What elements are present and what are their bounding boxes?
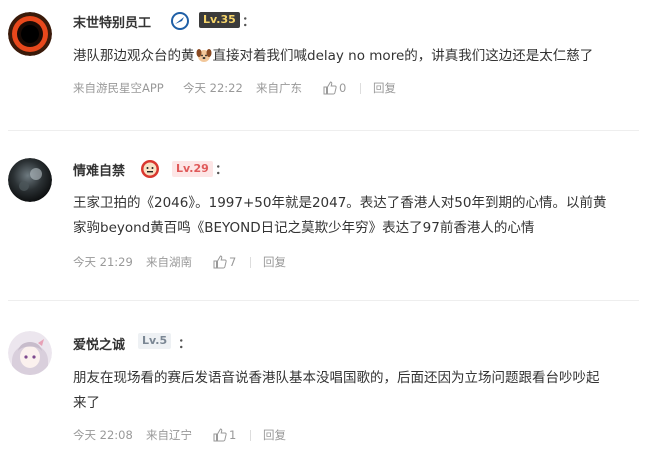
- avatar[interactable]: [8, 158, 52, 202]
- username[interactable]: 末世特别员工: [73, 12, 151, 31]
- comment-text: 港队那边观众台的黄 直接对着我们喊delay no more的，讲真我们这边还是太…: [73, 44, 638, 69]
- like-count[interactable]: 7: [229, 253, 236, 271]
- comment-text-part: 直接对着我们喊delay no more的，讲真我们这边还是太仁慈了: [212, 48, 594, 64]
- comment-text: 王家卫拍的《2046》。1997+50年就是2047。表达了香港人对50年到期的…: [73, 191, 638, 241]
- reply-button[interactable]: 回复: [263, 253, 286, 271]
- comment-text-line: 家驹beyond黄百鸣《BEYOND日记之莫欺少年穷》表达了97前香港人的心情: [73, 220, 535, 236]
- avatar[interactable]: [8, 331, 52, 375]
- location-text: 来自辽宁: [146, 428, 192, 442]
- timestamp: 今天 22:08: [73, 428, 133, 442]
- reply-button[interactable]: 回复: [373, 79, 396, 97]
- like-count[interactable]: 1: [229, 426, 236, 444]
- comment-text-line: 朋友在现场看的赛后发语音说香港队基本没唱国歌的，后面还因为立场问题跟看台吵吵起: [73, 370, 600, 386]
- name-colon: ：: [215, 163, 229, 178]
- meta-divider: [360, 83, 361, 94]
- timestamp: 今天 21:29: [73, 255, 133, 269]
- divider: [8, 300, 639, 301]
- username[interactable]: 情难自禁: [73, 160, 125, 179]
- timestamp: 今天 22:22: [183, 81, 243, 95]
- medal-badge-icon: [170, 11, 190, 31]
- location-text: 来自湖南: [146, 255, 192, 269]
- reply-button[interactable]: 回复: [263, 426, 286, 444]
- location-text: 来自广东: [256, 81, 302, 95]
- thumbs-up-icon[interactable]: [213, 428, 227, 442]
- source-text: 来自游民星空APP: [73, 81, 164, 95]
- username[interactable]: 爱悦之诚: [73, 334, 125, 353]
- avatar[interactable]: [8, 12, 52, 56]
- thumbs-up-icon[interactable]: [323, 81, 337, 95]
- comment-text-line: 来了: [73, 395, 100, 411]
- thumbs-up-icon[interactable]: [213, 255, 227, 269]
- comment-text: 朋友在现场看的赛后发语音说香港队基本没唱国歌的，后面还因为立场问题跟看台吵吵起 …: [73, 366, 638, 416]
- like-count[interactable]: 0: [339, 79, 346, 97]
- level-badge: Lv.29: [172, 161, 213, 177]
- level-badge: Lv.35: [199, 12, 240, 28]
- name-colon: ：: [242, 15, 256, 30]
- meta-divider: [250, 257, 251, 268]
- comment-text-part: 港队那边观众台的黄: [73, 48, 195, 64]
- red-bear-medal-icon: [140, 159, 160, 179]
- divider: [8, 130, 639, 131]
- meta-divider: [250, 430, 251, 441]
- name-colon: ：: [178, 337, 192, 352]
- level-badge: Lv.5: [138, 333, 172, 349]
- dog-face-emoji-icon: [196, 47, 212, 63]
- comment-text-line: 王家卫拍的《2046》。1997+50年就是2047。表达了香港人对50年到期的…: [73, 195, 607, 211]
